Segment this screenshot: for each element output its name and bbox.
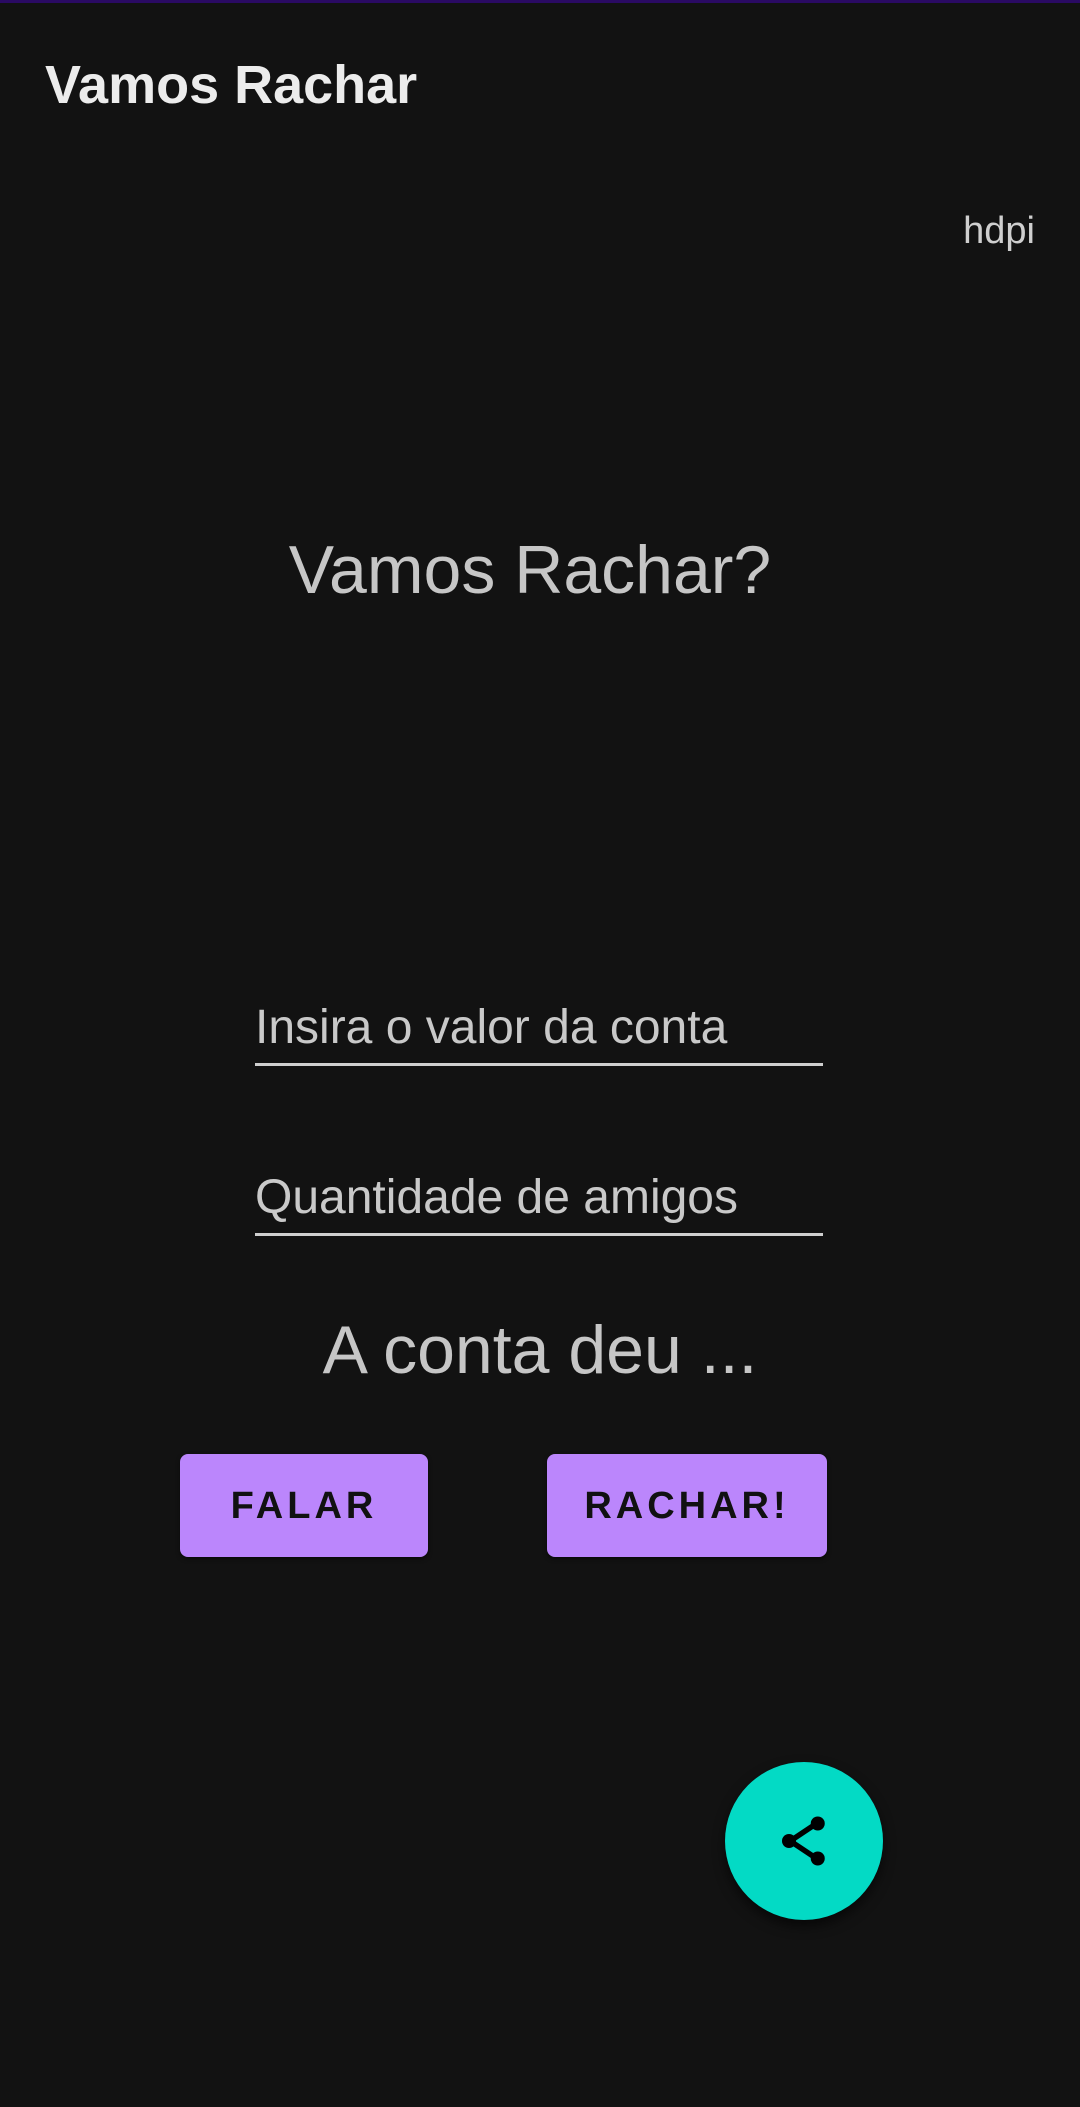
app-title: Vamos Rachar [45, 55, 418, 115]
share-icon [782, 1816, 825, 1866]
density-label: hdpi [963, 210, 1035, 252]
app-bar: Vamos Rachar [0, 3, 1080, 161]
split-button[interactable]: RACHAR! [547, 1454, 827, 1557]
friends-count-field[interactable] [255, 1163, 823, 1236]
friends-count-input[interactable] [255, 1170, 823, 1225]
bill-amount-field[interactable] [255, 993, 823, 1066]
share-fab[interactable] [725, 1762, 883, 1920]
result-text: A conta deu ... [322, 1312, 758, 1388]
screen: Vamos Rachar hdpi Vamos Rachar? A conta … [0, 0, 1080, 2107]
speak-button[interactable]: FALAR [180, 1454, 428, 1557]
headline: Vamos Rachar? [288, 532, 772, 608]
bill-amount-input[interactable] [255, 1000, 823, 1055]
